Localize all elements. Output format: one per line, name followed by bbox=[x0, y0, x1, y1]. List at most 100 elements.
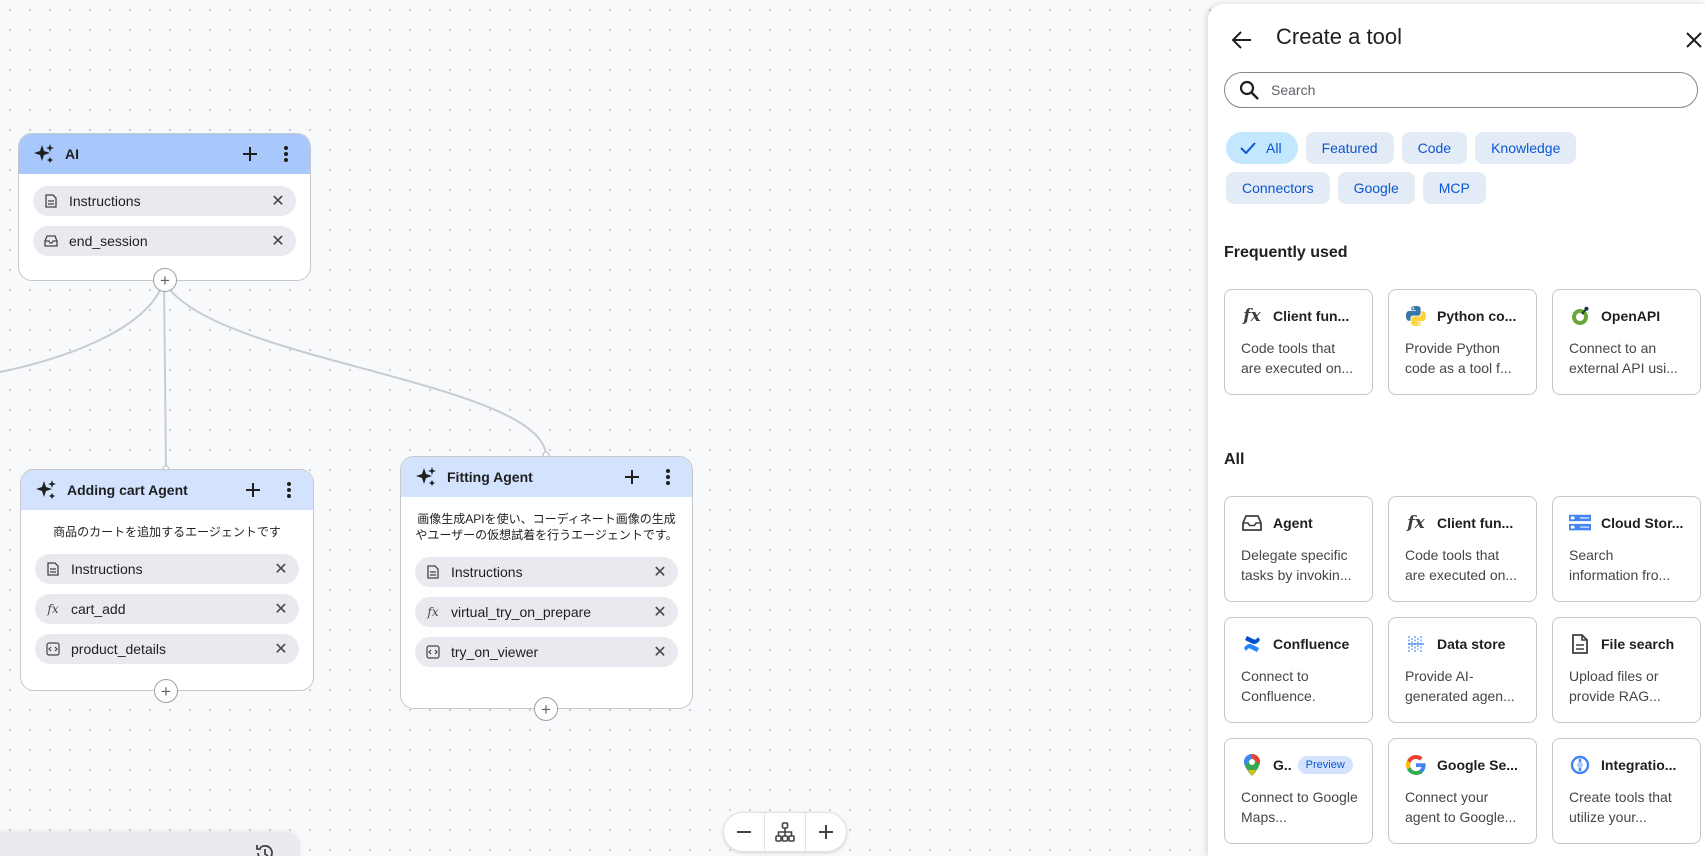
code-icon bbox=[45, 641, 61, 657]
tool-card-google-search[interactable]: Google Se... Connect your agent to Googl… bbox=[1388, 738, 1537, 844]
agent-title: Fitting Agent bbox=[447, 469, 533, 485]
remove-tool-button[interactable]: ✕ bbox=[271, 599, 291, 619]
tool-chip-label: product_details bbox=[71, 641, 166, 657]
tool-description: Connect to Google Maps... bbox=[1241, 789, 1358, 825]
agent-card-ai[interactable]: AI Instructions ✕ end_session ✕ + bbox=[18, 133, 311, 292]
remove-tool-button[interactable]: ✕ bbox=[650, 562, 670, 582]
tool-chip-label: cart_add bbox=[71, 601, 126, 617]
tool-card-file-search[interactable]: File search Upload files or provide RAG.… bbox=[1552, 617, 1701, 723]
more-options-button[interactable] bbox=[272, 140, 300, 168]
all-tools-grid: Agent Delegate specific tasks by invokin… bbox=[1224, 496, 1704, 844]
minus-icon bbox=[737, 831, 751, 833]
filter-code[interactable]: Code bbox=[1401, 132, 1468, 164]
filter-connectors[interactable]: Connectors bbox=[1226, 172, 1330, 204]
confluence-icon bbox=[1241, 633, 1263, 655]
edge-ai-to-adding-cart bbox=[163, 279, 167, 470]
filter-featured[interactable]: Featured bbox=[1305, 132, 1394, 164]
back-button[interactable] bbox=[1228, 26, 1256, 54]
more-vert-icon bbox=[666, 469, 670, 485]
add-tool-button[interactable] bbox=[618, 463, 646, 491]
filter-row: All Featured Code Knowledge bbox=[1226, 132, 1696, 164]
tool-name: Data store bbox=[1437, 636, 1506, 652]
check-icon bbox=[1240, 142, 1256, 154]
add-sub-agent-button[interactable]: + bbox=[534, 697, 558, 721]
tool-description: Search information fro... bbox=[1569, 547, 1671, 583]
filter-chips: All Featured Code Knowledge Connectors G… bbox=[1226, 132, 1696, 212]
tool-chip[interactable]: Instructions ✕ bbox=[415, 557, 678, 587]
preview-badge: Preview bbox=[1297, 756, 1353, 774]
add-tool-button[interactable] bbox=[236, 140, 264, 168]
tool-description: Code tools that are executed on... bbox=[1405, 547, 1518, 583]
edge-ai-to-offscreen bbox=[0, 279, 165, 373]
add-sub-agent-button[interactable]: + bbox=[154, 679, 178, 703]
remove-tool-button[interactable]: ✕ bbox=[268, 231, 288, 251]
tool-card-openapi[interactable]: OpenAPI Connect to an external API usi..… bbox=[1552, 289, 1701, 395]
zoom-out-button[interactable] bbox=[724, 812, 764, 852]
function-icon: fx bbox=[1407, 513, 1425, 533]
zoom-in-button[interactable] bbox=[806, 812, 846, 852]
filter-mcp[interactable]: MCP bbox=[1422, 172, 1486, 204]
filter-knowledge[interactable]: Knowledge bbox=[1475, 132, 1577, 164]
tool-chip[interactable]: fx cart_add ✕ bbox=[35, 594, 299, 624]
function-icon: fx bbox=[427, 605, 439, 619]
agent-card-adding-cart[interactable]: Adding cart Agent 商品のカートを追加するエージェントです In… bbox=[20, 469, 314, 703]
filter-all[interactable]: All bbox=[1226, 132, 1298, 164]
tool-card-confluence[interactable]: Confluence Connect to Confluence. bbox=[1224, 617, 1373, 723]
sparkle-icon bbox=[33, 143, 55, 165]
remove-tool-button[interactable]: ✕ bbox=[650, 602, 670, 622]
filter-label: Google bbox=[1353, 180, 1399, 196]
tool-chip-label: Instructions bbox=[69, 193, 141, 209]
search-box[interactable] bbox=[1224, 72, 1698, 108]
remove-tool-button[interactable]: ✕ bbox=[268, 191, 288, 211]
close-button[interactable] bbox=[1680, 26, 1705, 54]
filter-label: Featured bbox=[1321, 140, 1378, 156]
tool-chip[interactable]: fx virtual_try_on_prepare ✕ bbox=[415, 597, 678, 627]
tool-name: G.. bbox=[1273, 757, 1292, 773]
agent-title: AI bbox=[65, 146, 79, 162]
add-sub-agent-button[interactable]: + bbox=[153, 268, 177, 292]
tool-card-data-store[interactable]: Data store Provide AI-generated agen... bbox=[1388, 617, 1537, 723]
tool-chip-label: try_on_viewer bbox=[451, 644, 539, 660]
tool-chip[interactable]: end_session ✕ bbox=[33, 226, 296, 256]
filter-google[interactable]: Google bbox=[1337, 172, 1415, 204]
remove-tool-button[interactable]: ✕ bbox=[271, 639, 291, 659]
tool-card-agent[interactable]: Agent Delegate specific tasks by invokin… bbox=[1224, 496, 1373, 602]
create-tool-panel: Create a tool All Featured Code Knowledg… bbox=[1208, 4, 1705, 856]
edge-ai-to-fitting bbox=[163, 279, 547, 456]
tool-card-google-maps[interactable]: G.. Preview Connect to Google Maps... bbox=[1224, 738, 1373, 844]
tool-description: Connect to Confluence. bbox=[1241, 668, 1316, 704]
tool-description: Connect your agent to Google... bbox=[1405, 789, 1517, 825]
agent-header: Adding cart Agent bbox=[21, 470, 313, 510]
tool-name: OpenAPI bbox=[1601, 308, 1661, 324]
tool-chip[interactable]: try_on_viewer ✕ bbox=[415, 637, 678, 667]
function-icon: fx bbox=[1243, 306, 1261, 326]
more-options-button[interactable] bbox=[654, 463, 682, 491]
history-button[interactable] bbox=[254, 842, 278, 856]
tool-chip[interactable]: Instructions ✕ bbox=[33, 186, 296, 216]
filter-label: All bbox=[1266, 140, 1282, 156]
tool-description: Connect to an external API usi... bbox=[1569, 340, 1678, 376]
search-icon bbox=[1239, 80, 1259, 100]
tool-card-cloud-storage[interactable]: Cloud Stor... Search information fro... bbox=[1552, 496, 1701, 602]
agent-card-fitting[interactable]: Fitting Agent 画像生成APIを使い、コーディネート画像の生成やユー… bbox=[400, 456, 693, 721]
add-tool-button[interactable] bbox=[239, 476, 267, 504]
remove-tool-button[interactable]: ✕ bbox=[271, 559, 291, 579]
tool-name: Client fun... bbox=[1437, 515, 1514, 531]
function-icon: fx bbox=[47, 602, 59, 616]
search-input[interactable] bbox=[1271, 82, 1697, 98]
tool-chip[interactable]: Instructions ✕ bbox=[35, 554, 299, 584]
tool-chip[interactable]: product_details ✕ bbox=[35, 634, 299, 664]
fit-layout-button[interactable] bbox=[765, 812, 805, 852]
tool-chip-label: virtual_try_on_prepare bbox=[451, 604, 592, 620]
tool-card-python-code[interactable]: Python co... Provide Python code as a to… bbox=[1388, 289, 1537, 395]
doc-icon bbox=[43, 193, 59, 209]
remove-tool-button[interactable]: ✕ bbox=[650, 642, 670, 662]
tool-card-client-function[interactable]: fx Client fun... Code tools that are exec… bbox=[1224, 289, 1373, 395]
filter-label: Knowledge bbox=[1491, 140, 1561, 156]
tool-name: Cloud Stor... bbox=[1601, 515, 1684, 531]
tool-card-integration[interactable]: Integratio... Create tools that utilize … bbox=[1552, 738, 1701, 844]
google-icon bbox=[1405, 754, 1427, 776]
tool-chip-label: Instructions bbox=[71, 561, 143, 577]
tool-card-client-function[interactable]: fx Client fun... Code tools that are exec… bbox=[1388, 496, 1537, 602]
more-options-button[interactable] bbox=[275, 476, 303, 504]
